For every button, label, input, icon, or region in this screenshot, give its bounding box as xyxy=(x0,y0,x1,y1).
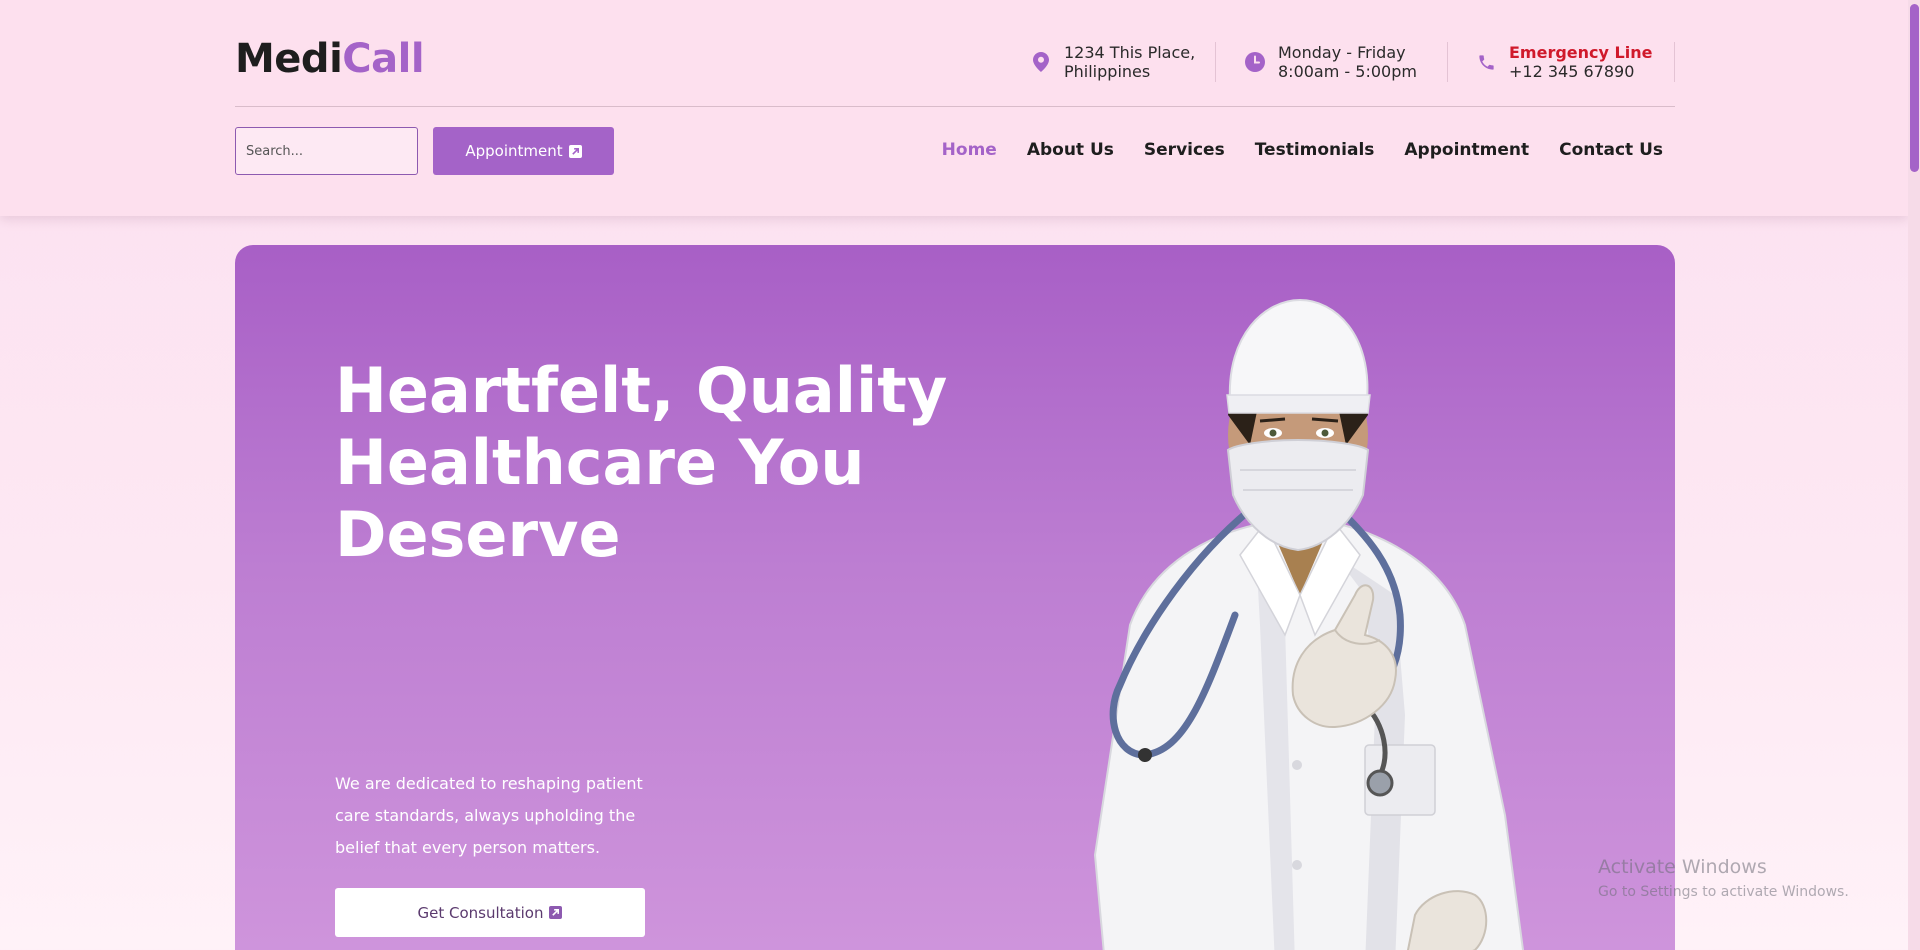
doctor-image xyxy=(1093,298,1525,950)
hero-subtitle-line: care standards, always upholding the xyxy=(335,806,636,825)
nav-contact-us[interactable]: Contact Us xyxy=(1559,140,1663,160)
info-divider xyxy=(1447,42,1448,82)
hero-title-line: Deserve xyxy=(335,498,621,571)
address-info: 1234 This Place, Philippines xyxy=(1030,42,1195,82)
search-input[interactable] xyxy=(235,127,418,175)
header-divider xyxy=(235,106,1675,107)
brand-logo[interactable]: MediCall xyxy=(235,36,425,82)
info-divider xyxy=(1215,42,1216,82)
get-consultation-label: Get Consultation xyxy=(417,903,544,922)
watermark-title: Activate Windows xyxy=(1598,856,1767,878)
hours-days: Monday - Friday xyxy=(1278,43,1406,62)
external-arrow-icon xyxy=(549,906,563,919)
phone-icon xyxy=(1475,51,1497,73)
nav-appointment[interactable]: Appointment xyxy=(1404,140,1529,160)
emergency-phone[interactable]: +12 345 67890 xyxy=(1509,62,1652,81)
nav-home[interactable]: Home xyxy=(942,140,997,160)
emergency-label: Emergency Line xyxy=(1509,43,1653,62)
nav-about-us[interactable]: About Us xyxy=(1027,140,1114,160)
site-header: MediCall 1234 This Place, Philippines Mo… xyxy=(0,0,1908,216)
nav-testimonials[interactable]: Testimonials xyxy=(1255,140,1375,160)
hero-subtitle-line: belief that every person matters. xyxy=(335,838,601,857)
brand-name-part1: Medi xyxy=(235,36,343,82)
address-line2: Philippines xyxy=(1064,62,1151,81)
address-line1: 1234 This Place, xyxy=(1064,43,1196,62)
hero-section: Heartfelt, Quality Healthcare You Deserv… xyxy=(235,245,1675,950)
watermark-subtitle: Go to Settings to activate Windows. xyxy=(1598,884,1849,900)
hero-title-line: Healthcare You xyxy=(335,426,865,499)
scrollbar-thumb[interactable] xyxy=(1910,4,1919,172)
external-arrow-icon xyxy=(568,144,582,158)
hero-title: Heartfelt, Quality Healthcare You Deserv… xyxy=(335,355,975,571)
location-pin-icon xyxy=(1030,51,1052,73)
appointment-button-label: Appointment xyxy=(465,142,563,160)
page-scrollbar[interactable] xyxy=(1908,0,1920,950)
hero-subtitle-line: We are dedicated to reshaping patient xyxy=(335,774,643,793)
hours-time: 8:00am - 5:00pm xyxy=(1278,62,1417,81)
nav-services[interactable]: Services xyxy=(1144,140,1225,160)
main-nav: Home About Us Services Testimonials Appo… xyxy=(942,140,1663,160)
hero-title-line: Heartfelt, Quality xyxy=(335,354,948,427)
info-divider xyxy=(1674,42,1675,82)
appointment-button[interactable]: Appointment xyxy=(433,127,614,175)
clock-icon xyxy=(1244,51,1266,73)
windows-activation-watermark: Activate Windows Go to Settings to activ… xyxy=(1598,856,1849,900)
brand-name-part2: Call xyxy=(342,36,425,82)
hours-info: Monday - Friday 8:00am - 5:00pm xyxy=(1244,42,1417,82)
get-consultation-button[interactable]: Get Consultation xyxy=(335,888,645,937)
emergency-info: Emergency Line +12 345 67890 xyxy=(1475,42,1652,82)
hero-subtitle: We are dedicated to reshaping patient ca… xyxy=(335,768,665,864)
